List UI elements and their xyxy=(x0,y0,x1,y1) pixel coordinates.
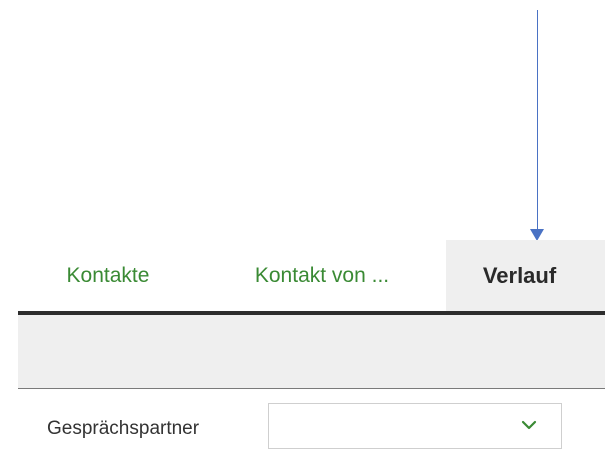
gespraechspartner-select[interactable] xyxy=(268,403,562,449)
tab-bar: Kontakte Kontakt von ... Verlauf xyxy=(18,240,605,312)
tab-kontakt-von[interactable]: Kontakt von ... xyxy=(198,240,446,312)
gespraechspartner-label: Gesprächspartner xyxy=(47,418,200,439)
tab-kontakte[interactable]: Kontakte xyxy=(18,240,198,312)
toolbar-band xyxy=(18,315,605,389)
arrow-shaft xyxy=(537,10,538,231)
tab-kontakt-von-label: Kontakt von ... xyxy=(254,264,390,287)
tab-kontakte-label: Kontakte xyxy=(66,264,150,287)
tab-verlauf-label: Verlauf xyxy=(482,263,557,288)
tab-verlauf[interactable]: Verlauf xyxy=(446,240,605,312)
chevron-down-icon xyxy=(521,420,537,430)
annotation-arrow-down-icon xyxy=(530,0,546,242)
